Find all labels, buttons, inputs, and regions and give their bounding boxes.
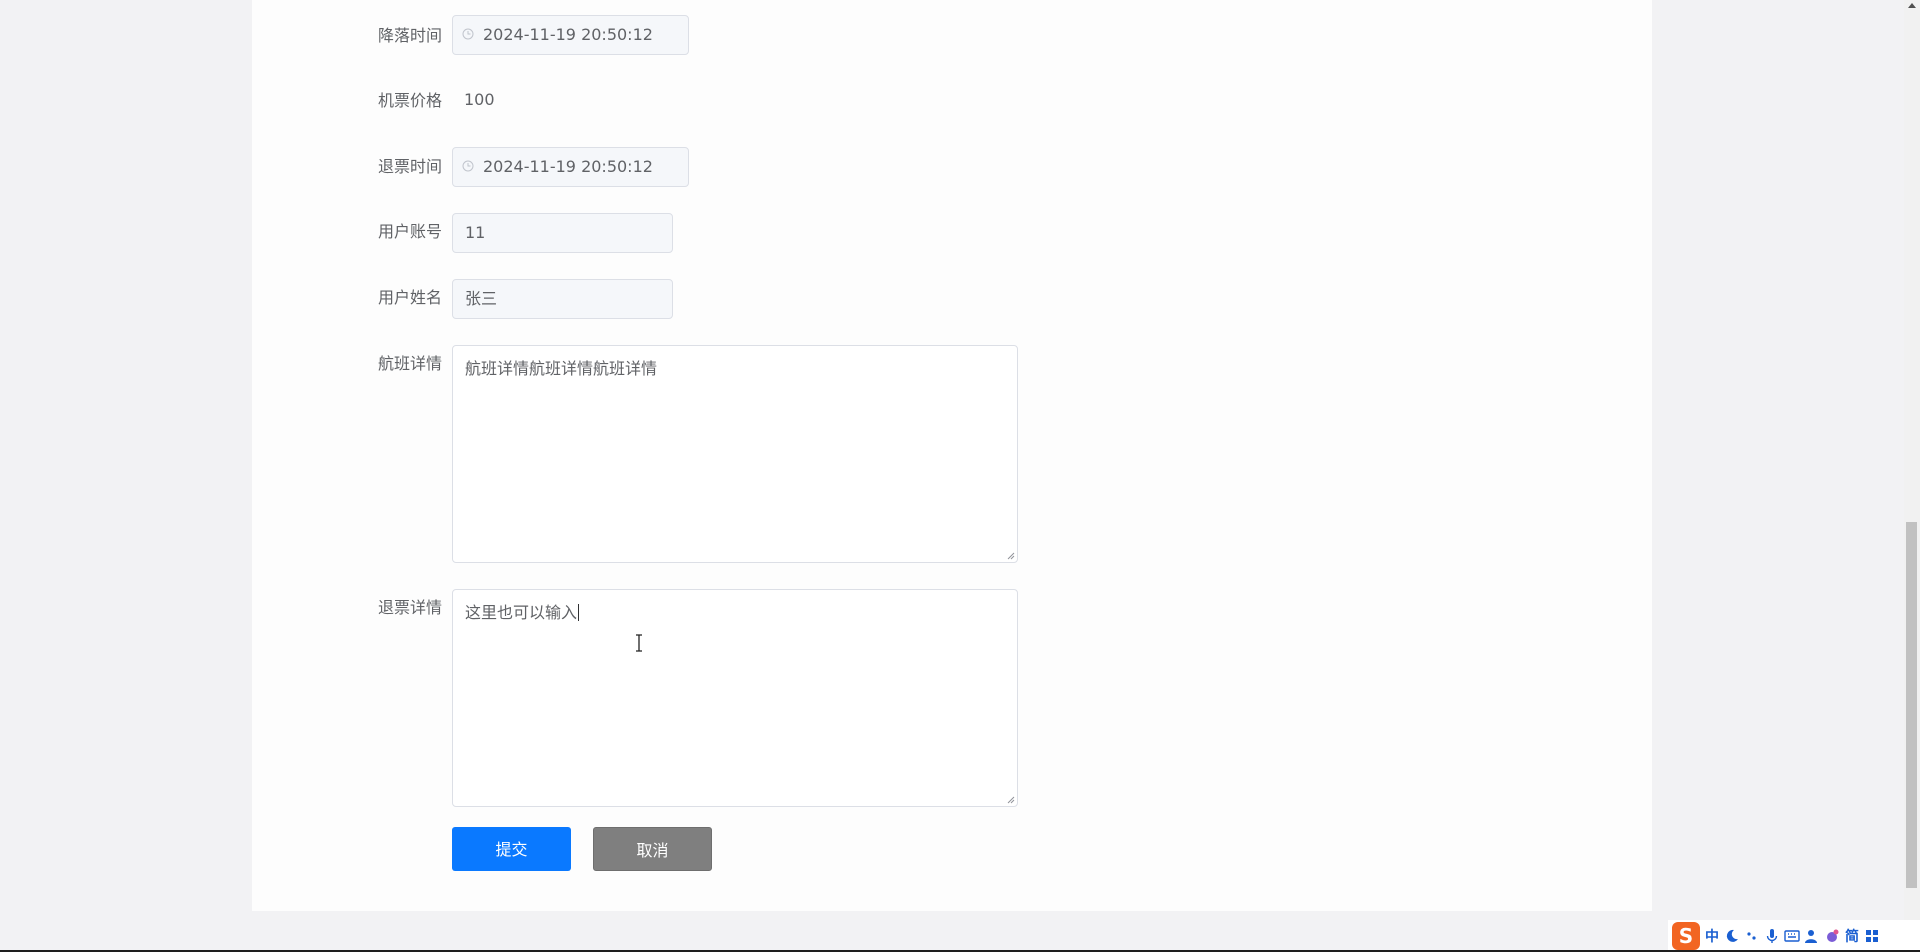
user-account-label: 用户账号 bbox=[377, 222, 442, 241]
text-caret bbox=[578, 604, 580, 621]
ime-logo-icon[interactable]: S bbox=[1672, 922, 1700, 950]
user-account-field[interactable]: 11 bbox=[452, 213, 673, 253]
refund-time-field[interactable]: 2024-11-19 20:50:12 bbox=[452, 147, 689, 187]
scroll-up-arrow-icon[interactable] bbox=[1908, 3, 1916, 8]
refund-time-value: 2024-11-19 20:50:12 bbox=[483, 157, 653, 176]
submit-button[interactable]: 提交 bbox=[452, 827, 571, 871]
scroll-thumb[interactable] bbox=[1906, 522, 1917, 888]
ime-charset-toggle[interactable]: 简 bbox=[1844, 926, 1860, 946]
punctuation-icon[interactable] bbox=[1744, 928, 1760, 944]
grid-menu-icon[interactable] bbox=[1864, 928, 1880, 944]
refund-details-textarea[interactable]: 这里也可以输入 bbox=[452, 589, 1018, 807]
user-name-label: 用户姓名 bbox=[377, 288, 442, 307]
microphone-icon[interactable] bbox=[1764, 928, 1780, 944]
user-icon[interactable] bbox=[1804, 928, 1820, 944]
clock-icon bbox=[462, 28, 474, 40]
refund-details-text: 这里也可以输入 bbox=[465, 603, 578, 622]
moon-icon[interactable] bbox=[1724, 928, 1740, 944]
flight-details-text: 航班详情航班详情航班详情 bbox=[465, 359, 658, 378]
ime-mode-toggle[interactable]: 中 bbox=[1704, 926, 1720, 946]
refund-time-label: 退票时间 bbox=[377, 157, 442, 176]
user-name-field[interactable]: 张三 bbox=[452, 279, 673, 319]
flight-details-textarea[interactable]: 航班详情航班详情航班详情 bbox=[452, 345, 1018, 563]
ticket-price-label: 机票价格 bbox=[377, 91, 442, 110]
ticket-price-value: 100 bbox=[464, 90, 495, 109]
refund-details-label: 退票详情 bbox=[377, 598, 442, 617]
page-scrollbar[interactable] bbox=[1904, 0, 1920, 952]
landing-time-value: 2024-11-19 20:50:12 bbox=[483, 25, 653, 44]
text-cursor-icon bbox=[636, 634, 642, 652]
landing-time-field[interactable]: 2024-11-19 20:50:12 bbox=[452, 15, 689, 55]
skin-icon[interactable] bbox=[1824, 928, 1840, 944]
clock-icon bbox=[462, 160, 474, 172]
ime-toolbar[interactable]: S 中 简 bbox=[1668, 920, 1920, 952]
flight-details-label: 航班详情 bbox=[377, 354, 442, 373]
landing-time-label: 降落时间 bbox=[377, 26, 442, 45]
resize-grip-icon[interactable] bbox=[1005, 550, 1015, 560]
keyboard-icon[interactable] bbox=[1784, 928, 1800, 944]
cancel-button[interactable]: 取消 bbox=[593, 827, 712, 871]
resize-grip-icon[interactable] bbox=[1005, 794, 1015, 804]
